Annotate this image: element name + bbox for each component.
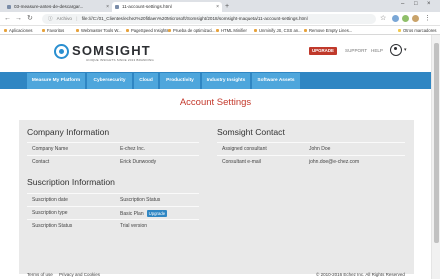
subscription-type-row: Suscription type Basic Plan Upgrade: [27, 206, 199, 219]
extension-icon[interactable]: [392, 15, 399, 22]
profile-icon[interactable]: [412, 15, 419, 22]
company-name-row: Company Name E-chez Inc.: [27, 142, 199, 155]
consultant-email-label: Consultant e-mail: [222, 159, 261, 165]
bookmark-item[interactable]: Remove Empty Lines...: [304, 26, 352, 34]
consultant-email-row: Consultant e-mail john.doe@e-chez.com: [217, 155, 405, 168]
tab-cybersecurity[interactable]: Cybersecurity: [87, 73, 132, 89]
bookmark-item[interactable]: Favoritos: [42, 26, 64, 34]
browser-tab-strip: 03-measure-antes-de-descargar... × 11-ac…: [0, 0, 440, 12]
tab-measure-my-platform[interactable]: Measure My Platform: [27, 73, 85, 89]
bookmark-item[interactable]: HTML Minifier: [216, 26, 247, 34]
tab-software-assets[interactable]: Software Assets: [252, 73, 300, 89]
extension-icon[interactable]: [402, 15, 409, 22]
tab-cloud[interactable]: Cloud: [134, 73, 158, 89]
reload-icon[interactable]: ↻: [27, 14, 33, 23]
tab-industry-insights[interactable]: Industry Insights: [202, 73, 250, 89]
plan-name: Basic Plan: [120, 210, 144, 217]
account-settings-panel: Company Information Company Name E-chez …: [19, 120, 414, 274]
bookmarks-bar: Aplicaciones Favoritos Webmaster Tools W…: [0, 26, 440, 35]
user-avatar-icon[interactable]: [390, 44, 402, 56]
main-nav: Measure My Platform Cybersecurity Cloud …: [0, 72, 431, 89]
assigned-consultant-value: John Doe: [309, 146, 331, 152]
minimize-icon[interactable]: –: [401, 1, 404, 7]
vertical-scrollbar[interactable]: [431, 35, 440, 279]
tab-productivity[interactable]: Productivity: [160, 73, 200, 89]
maximize-icon[interactable]: □: [414, 1, 418, 7]
subscription-date-value: Suscription Status: [120, 197, 161, 203]
contact-value: Erick Dunwoody: [120, 159, 157, 165]
privacy-link[interactable]: Privacy and Cookies: [59, 272, 100, 277]
close-window-icon[interactable]: ×: [427, 1, 431, 7]
info-icon: ⓘ: [48, 16, 53, 21]
plan-upgrade-button[interactable]: Upgrade: [146, 210, 168, 217]
bookmark-item[interactable]: Aplicaciones: [4, 26, 33, 34]
address-scheme-label: Archivo: [56, 16, 72, 21]
company-info-title: Company Information: [27, 127, 110, 137]
address-toolbar: ← → ↻ ⓘ Archivo | file:///C:/01_Clientes…: [0, 12, 440, 26]
subscription-date-label: Suscription date: [32, 197, 68, 203]
bookmark-item[interactable]: PageSpeed Insights: [126, 26, 168, 34]
forward-icon[interactable]: →: [15, 14, 22, 23]
browser-tab-2-label: 11-account-settings.html: [122, 4, 172, 9]
upgrade-button[interactable]: UPGRADE: [309, 47, 337, 55]
address-url: file:///C:/01_Clientes/echez%20fitlaen%2…: [81, 16, 308, 21]
assigned-consultant-label: Assigned consultant: [222, 146, 267, 152]
back-icon[interactable]: ←: [4, 14, 11, 23]
menu-icon[interactable]: ⋮: [424, 14, 431, 23]
support-link[interactable]: SUPPORT: [345, 48, 367, 53]
subscription-date-row: Suscription date Suscription Status: [27, 193, 199, 206]
help-link[interactable]: HELP: [371, 48, 383, 53]
company-name-value: E-chez Inc.: [120, 146, 146, 152]
page-favicon-icon: [115, 5, 119, 9]
page-viewport: SOMSIGHT UNIQUE INSIGHTS SINCE 2013 BRAN…: [0, 35, 431, 279]
browser-tab-1-label: 03-measure-antes-de-descargar...: [14, 4, 84, 9]
terms-link[interactable]: Terms of use: [27, 272, 53, 277]
subscription-info-title: Suscription Information: [27, 177, 115, 187]
bookmark-item[interactable]: Webmaster Tools W...: [76, 26, 122, 34]
assigned-consultant-row: Assigned consultant John Doe: [217, 142, 405, 155]
company-name-label: Company Name: [32, 146, 69, 152]
address-bar[interactable]: ⓘ Archivo | file:///C:/01_Clientes/echez…: [42, 14, 376, 24]
bookmark-item[interactable]: Unminify JS, CSS an...: [254, 26, 302, 34]
somsight-contact-title: Somsight Contact: [217, 127, 285, 137]
logo-text: SOMSIGHT: [72, 43, 151, 58]
star-icon[interactable]: ☆: [380, 14, 386, 23]
chevron-down-icon[interactable]: ▾: [404, 47, 407, 53]
browser-tab-2[interactable]: 11-account-settings.html ×: [112, 2, 222, 12]
close-tab-icon[interactable]: ×: [106, 2, 109, 12]
copyright-text: © 2010-2016 Echez Inc. All Rights Reserv…: [316, 272, 405, 277]
logo-mark-icon: [54, 44, 69, 59]
bookmark-item[interactable]: Prueba de optimizaci...: [168, 26, 216, 34]
browser-tab-1[interactable]: 03-measure-antes-de-descargar... ×: [4, 2, 112, 12]
subscription-status-row: Suscription Status Trial version: [27, 219, 199, 232]
logo-tagline: UNIQUE INSIGHTS SINCE 2013 BRANDING: [86, 58, 154, 62]
subscription-status-value: Trial version: [120, 223, 148, 229]
page-favicon-icon: [7, 5, 11, 9]
new-tab-icon[interactable]: +: [225, 2, 229, 11]
contact-row: Contact Erick Dunwoody: [27, 155, 199, 168]
subscription-status-label: Suscription Status: [32, 223, 73, 229]
subscription-type-label: Suscription type: [32, 210, 68, 216]
close-tab-icon[interactable]: ×: [216, 2, 219, 12]
consultant-email-value[interactable]: john.doe@e-chez.com: [309, 159, 359, 165]
page-title: Account Settings: [179, 97, 252, 108]
contact-label: Contact: [32, 159, 50, 165]
scrollbar-thumb[interactable]: [434, 43, 439, 243]
subscription-type-value: Basic Plan Upgrade: [120, 210, 168, 217]
bookmark-folder[interactable]: Otros marcadores: [398, 26, 437, 34]
